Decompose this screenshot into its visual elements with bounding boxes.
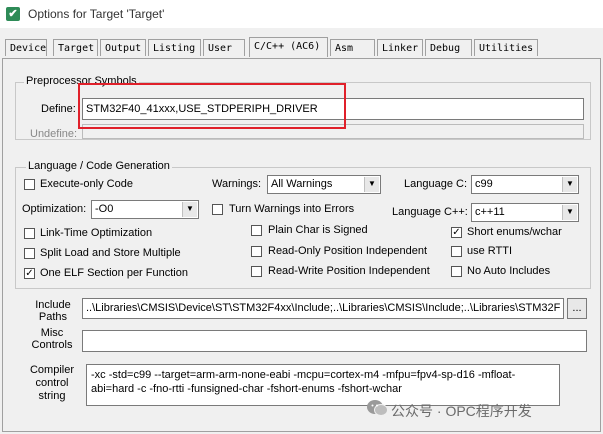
optimization-label: Optimization: — [22, 203, 87, 215]
misc-controls-label-line1: Misc — [40, 327, 64, 339]
split-load-store-label: Split Load and Store Multiple — [40, 247, 181, 259]
no-auto-includes-label: No Auto Includes — [467, 265, 551, 277]
misc-controls-label: Misc Controls — [30, 327, 74, 351]
include-paths-input[interactable]: ..\Libraries\CMSIS\Device\ST\STM32F4xx\I… — [82, 298, 564, 319]
language-cpp-value: c++11 — [475, 206, 505, 218]
title-bar: ✔ Options for Target 'Target' — [0, 0, 603, 28]
misc-controls-input[interactable] — [82, 330, 587, 352]
language-group-label: Language / Code Generation — [26, 160, 172, 172]
no-auto-includes-checkbox[interactable] — [451, 266, 462, 277]
window-title: Options for Target 'Target' — [28, 7, 165, 21]
warnings-select[interactable]: All Warnings ▼ — [267, 175, 381, 194]
split-load-store-checkbox[interactable] — [24, 248, 35, 259]
tab-user[interactable]: User — [203, 39, 245, 56]
chevron-down-icon: ▼ — [364, 177, 379, 192]
compiler-control-label-line3: string — [38, 390, 66, 402]
undefine-label: Undefine: — [30, 128, 78, 140]
turn-warnings-errors-checkbox[interactable] — [212, 204, 223, 215]
execute-only-checkbox[interactable] — [24, 179, 35, 190]
compiler-control-string[interactable]: -xc -std=c99 --target=arm-arm-none-eabi … — [86, 364, 560, 406]
tab-strip: Device Target Output Listing User C/C++ … — [0, 37, 603, 59]
include-paths-label-line2: Paths — [38, 311, 68, 323]
plain-char-signed-checkbox[interactable] — [251, 225, 262, 236]
watermark-text: 公众号 · OPC程序开发 — [391, 403, 532, 419]
language-c-label: Language C: — [404, 178, 467, 190]
highlight-box — [78, 83, 346, 129]
include-paths-browse-button[interactable]: ... — [567, 298, 587, 319]
link-time-opt-label: Link-Time Optimization — [40, 227, 153, 239]
one-elf-section-checkbox[interactable]: ✓ — [24, 268, 35, 279]
language-c-value: c99 — [475, 178, 493, 190]
ro-position-independent-label: Read-Only Position Independent — [268, 245, 427, 257]
chevron-down-icon: ▼ — [562, 205, 577, 220]
tab-output[interactable]: Output — [100, 39, 146, 56]
warnings-value: All Warnings — [271, 178, 333, 190]
language-cpp-select[interactable]: c++11 ▼ — [471, 203, 579, 222]
ro-position-independent-checkbox[interactable] — [251, 246, 262, 257]
compiler-control-label-line2: control — [35, 377, 69, 389]
rw-position-independent-checkbox[interactable] — [251, 266, 262, 277]
use-rtti-checkbox[interactable] — [451, 246, 462, 257]
tab-listing[interactable]: Listing — [148, 39, 201, 56]
short-enums-checkbox[interactable]: ✓ — [451, 227, 462, 238]
tab-debug[interactable]: Debug — [425, 39, 472, 56]
language-cpp-label: Language C++: — [392, 206, 468, 218]
execute-only-label: Execute-only Code — [40, 178, 133, 190]
link-time-opt-checkbox[interactable] — [24, 228, 35, 239]
chevron-down-icon: ▼ — [562, 177, 577, 192]
tab-asm[interactable]: Asm — [330, 39, 375, 56]
include-paths-label: Include Paths — [35, 299, 71, 323]
turn-warnings-errors-label: Turn Warnings into Errors — [229, 203, 355, 215]
tab-target[interactable]: Target — [53, 39, 98, 56]
misc-controls-label-line2: Controls — [31, 339, 73, 351]
define-label: Define: — [41, 103, 76, 115]
rw-position-independent-label: Read-Write Position Independent — [268, 265, 430, 277]
include-paths-label-line1: Include — [35, 299, 71, 311]
plain-char-signed-label: Plain Char is Signed — [268, 224, 368, 236]
warnings-label: Warnings: — [212, 178, 262, 190]
tab-device[interactable]: Device — [5, 39, 47, 56]
compiler-control-label: Compiler control string — [28, 364, 76, 403]
tab-linker[interactable]: Linker — [377, 39, 423, 56]
use-rtti-label: use RTTI — [467, 245, 513, 257]
optimization-select[interactable]: -O0 ▼ — [91, 200, 199, 219]
short-enums-label: Short enums/wchar — [467, 226, 562, 238]
compiler-control-label-line1: Compiler — [29, 364, 74, 376]
tab-utilities[interactable]: Utilities — [474, 39, 538, 56]
wechat-icon — [367, 400, 388, 416]
one-elf-section-label: One ELF Section per Function — [40, 267, 188, 279]
optimization-value: -O0 — [95, 203, 114, 215]
app-icon: ✔ — [6, 7, 20, 21]
tab-cpp-ac6[interactable]: C/C++ (AC6) — [249, 37, 328, 57]
language-c-select[interactable]: c99 ▼ — [471, 175, 579, 194]
chevron-down-icon: ▼ — [182, 202, 197, 217]
